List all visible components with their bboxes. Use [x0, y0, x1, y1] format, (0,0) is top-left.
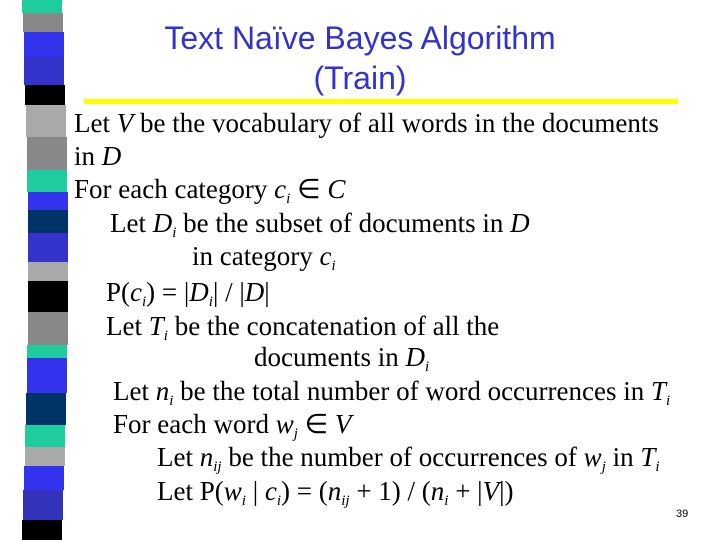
slide-subtitle: (Train): [313, 60, 407, 96]
color-bar-segment: [23, 13, 63, 32]
color-bar-segment: [26, 393, 66, 425]
decorative-color-bar: [0, 0, 80, 540]
body-line: Let Di be the subset of documents in D: [110, 208, 530, 241]
color-bar-segment: [25, 425, 65, 447]
body-line: For each category ci ∈ C: [74, 174, 346, 207]
color-bar-segment: [26, 105, 66, 137]
color-bar-segment: [24, 466, 64, 490]
body-line: Let ni be the total number of word occur…: [113, 376, 671, 409]
color-bar-segment: [28, 312, 68, 345]
slide-title: Text Naïve Bayes Algorithm: [164, 20, 556, 56]
color-bar-segment: [25, 85, 65, 105]
color-bar-segment: [27, 137, 67, 170]
color-bar-segment: [24, 57, 64, 85]
body-line: in D: [74, 141, 122, 171]
color-bar-segment: [27, 358, 67, 393]
color-bar-segment: [27, 345, 67, 358]
color-bar-segment: [25, 447, 65, 466]
color-bar-segment: [28, 210, 68, 233]
color-bar-segment: [28, 233, 68, 262]
color-bar-segment: [28, 281, 68, 312]
color-bar-segment: [22, 520, 62, 540]
title-underline: [84, 99, 678, 104]
color-bar-segment: [24, 32, 64, 57]
color-bar-segment: [22, 0, 62, 13]
body-line: Let P(wi | ci) = (nij + 1) / (ni + |V|): [157, 476, 514, 509]
body-line: Let nij be the number of occurrences of …: [157, 442, 660, 475]
color-bar-segment: [28, 262, 68, 281]
color-bar-segment: [23, 490, 63, 520]
body-line: Let Ti be the concatenation of all the: [106, 311, 500, 344]
page-number: 39: [676, 508, 689, 520]
body-line: For each word wj ∈ V: [113, 409, 352, 442]
body-line: P(ci) = |Di| / |D|: [106, 277, 270, 310]
body-line: in category ci: [192, 241, 336, 274]
body-line: documents in Di: [254, 342, 430, 375]
body-line: Let V be the vocabulary of all words in …: [74, 108, 659, 138]
color-bar-segment: [28, 192, 68, 210]
color-bar-segment: [27, 170, 67, 192]
